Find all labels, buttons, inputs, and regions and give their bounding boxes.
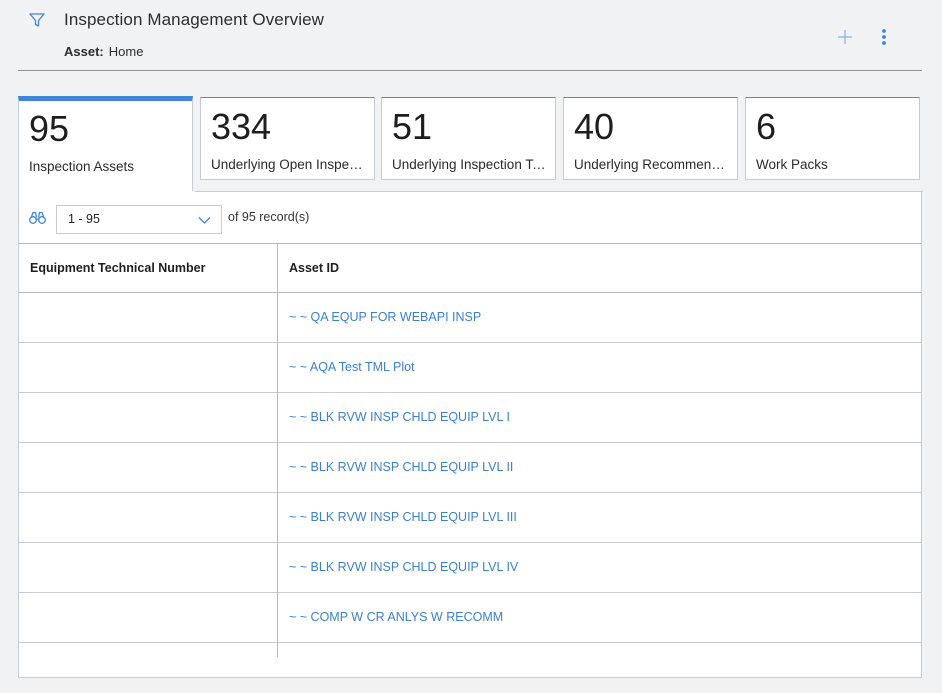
plus-icon[interactable] <box>836 28 854 46</box>
record-range-select[interactable]: 1 - 95 <box>56 205 222 234</box>
header-divider <box>18 70 922 71</box>
table-row <box>19 643 921 657</box>
tile-count: 6 <box>756 106 777 147</box>
asset-id-link[interactable]: ~ ~ BLK RVW INSP CHLD EQUIP LVL I <box>289 410 510 424</box>
asset-id-link[interactable]: ~ ~ COMP W CR ANLYS W RECOMM <box>289 610 503 624</box>
more-vertical-icon[interactable] <box>876 27 892 47</box>
tile-underlying-inspection-tasks[interactable]: 51 Underlying Inspection Tasks <box>381 97 556 180</box>
panel-top-border <box>195 191 923 192</box>
tile-count: 40 <box>574 106 615 147</box>
tile-count: 95 <box>29 108 70 149</box>
tile-count: 51 <box>392 106 433 147</box>
chevron-down-icon <box>198 217 211 224</box>
tile-underlying-open-inspections[interactable]: 334 Underlying Open Inspections <box>200 97 375 180</box>
asset-id-link[interactable]: ~ ~ BLK RVW INSP CHLD EQUIP LVL IV <box>289 560 518 574</box>
asset-context-label: Asset: <box>64 44 104 59</box>
page-title: Inspection Management Overview <box>64 10 325 29</box>
asset-context: Asset: Home <box>64 44 143 59</box>
asset-id-link[interactable]: ~ ~ BLK RVW INSP CHLD EQUIP LVL III <box>289 510 517 524</box>
table-row: ~ ~ BLK RVW INSP CHLD EQUIP LVL I <box>19 393 921 443</box>
table-row: ~ ~ COMP W CR ANLYS W RECOMM <box>19 593 921 643</box>
table-row: ~ ~ BLK RVW INSP CHLD EQUIP LVL II <box>19 443 921 493</box>
asset-id-link[interactable]: ~ ~ QA EQUP FOR WEBAPI INSP <box>289 310 481 324</box>
table-row: ~ ~ QA EQUP FOR WEBAPI INSP <box>19 293 921 343</box>
tile-count: 334 <box>211 106 272 147</box>
filter-icon[interactable] <box>28 11 46 29</box>
table-row: ~ ~ AQA Test TML Plot <box>19 343 921 393</box>
assets-grid: Equipment Technical Number Asset ID ~ ~ … <box>19 243 921 657</box>
tile-label: Underlying Inspection Tasks <box>392 157 550 172</box>
column-header-equipment-technical-number[interactable]: Equipment Technical Number <box>30 261 206 275</box>
binoculars-icon[interactable] <box>29 211 46 225</box>
table-row: ~ ~ BLK RVW INSP CHLD EQUIP LVL IV <box>19 543 921 593</box>
grid-header: Equipment Technical Number Asset ID <box>19 243 921 293</box>
tile-label: Inspection Assets <box>29 159 135 174</box>
record-range-value: 1 - 95 <box>68 212 100 226</box>
column-separator <box>277 243 278 657</box>
tile-inspection-assets[interactable]: 95 Inspection Assets <box>18 96 193 192</box>
page-header: Inspection Management Overview Asset: Hom… <box>0 0 942 72</box>
asset-id-link[interactable]: ~ ~ BLK RVW INSP CHLD EQUIP LVL II <box>289 460 513 474</box>
record-count: of 95 record(s) <box>228 210 310 224</box>
tile-label: Work Packs <box>756 157 828 172</box>
tile-work-packs[interactable]: 6 Work Packs <box>745 97 920 180</box>
column-header-asset-id[interactable]: Asset ID <box>289 261 339 275</box>
table-row: ~ ~ BLK RVW INSP CHLD EQUIP LVL III <box>19 493 921 543</box>
summary-tiles: 95 Inspection Assets 334 Underlying Open… <box>18 96 923 192</box>
tile-label: Underlying Recommendations <box>574 157 732 172</box>
tile-label: Underlying Open Inspections <box>211 157 369 172</box>
asset-id-link[interactable]: ~ ~ AQA Test TML Plot <box>289 360 415 374</box>
asset-context-value: Home <box>108 44 144 59</box>
results-panel: 1 - 95 of 95 record(s) Equipment Technic… <box>18 191 923 678</box>
tile-underlying-recommendations[interactable]: 40 Underlying Recommendations <box>563 97 738 180</box>
